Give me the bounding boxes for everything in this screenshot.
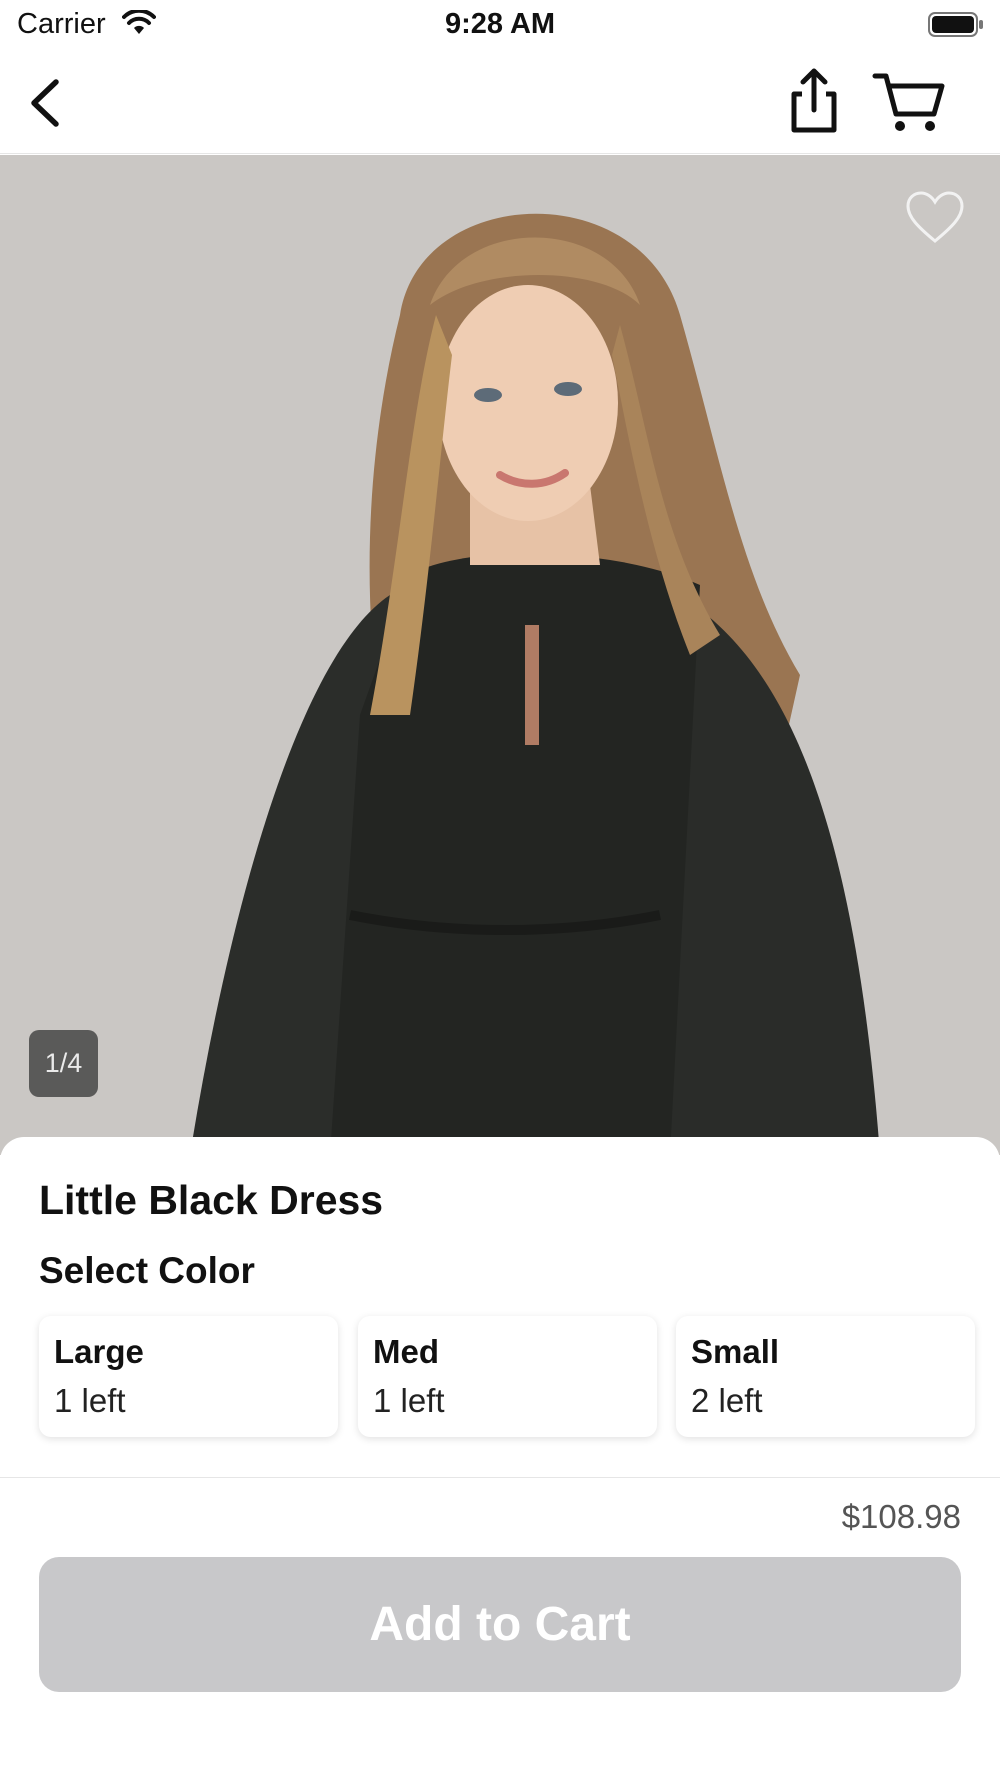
option-stock: 1 left bbox=[373, 1382, 445, 1419]
share-icon bbox=[791, 68, 837, 133]
battery-icon bbox=[928, 12, 983, 37]
add-to-cart-button[interactable]: Add to Cart bbox=[39, 1557, 961, 1692]
product-title: Little Black Dress bbox=[39, 1177, 384, 1223]
back-button[interactable] bbox=[22, 72, 72, 134]
heart-outline-icon bbox=[906, 191, 964, 243]
price-label: $108.98 bbox=[841, 1498, 961, 1535]
option-card-small[interactable]: Small 2 left bbox=[676, 1316, 975, 1437]
cart-button[interactable] bbox=[872, 70, 948, 136]
select-color-label: Select Color bbox=[39, 1250, 255, 1291]
status-bar: Carrier 9:28 AM bbox=[0, 0, 1000, 52]
cart-icon bbox=[872, 73, 945, 131]
favorite-button[interactable] bbox=[904, 189, 966, 245]
option-name: Med bbox=[373, 1333, 439, 1370]
option-card-large[interactable]: Large 1 left bbox=[39, 1316, 338, 1437]
option-list: Large 1 left Med 1 left Small 2 left bbox=[39, 1316, 975, 1437]
option-name: Small bbox=[691, 1333, 780, 1370]
option-stock: 2 left bbox=[691, 1382, 763, 1419]
product-details-card: Little Black Dress Select Color Large 1 … bbox=[0, 1137, 1000, 1477]
product-image-carousel[interactable]: 1/4 bbox=[0, 155, 1000, 1155]
share-button[interactable] bbox=[784, 66, 844, 138]
chevron-left-icon bbox=[31, 79, 59, 127]
purchase-bar: $108.98 Add to Cart bbox=[0, 1477, 1000, 1778]
nav-bar bbox=[0, 52, 1000, 154]
option-stock: 1 left bbox=[54, 1382, 126, 1419]
option-card-med[interactable]: Med 1 left bbox=[358, 1316, 657, 1437]
clock: 9:28 AM bbox=[444, 8, 556, 40]
product-photo bbox=[0, 155, 1000, 1155]
page-indicator: 1/4 bbox=[29, 1030, 98, 1097]
option-name: Large bbox=[54, 1333, 144, 1370]
